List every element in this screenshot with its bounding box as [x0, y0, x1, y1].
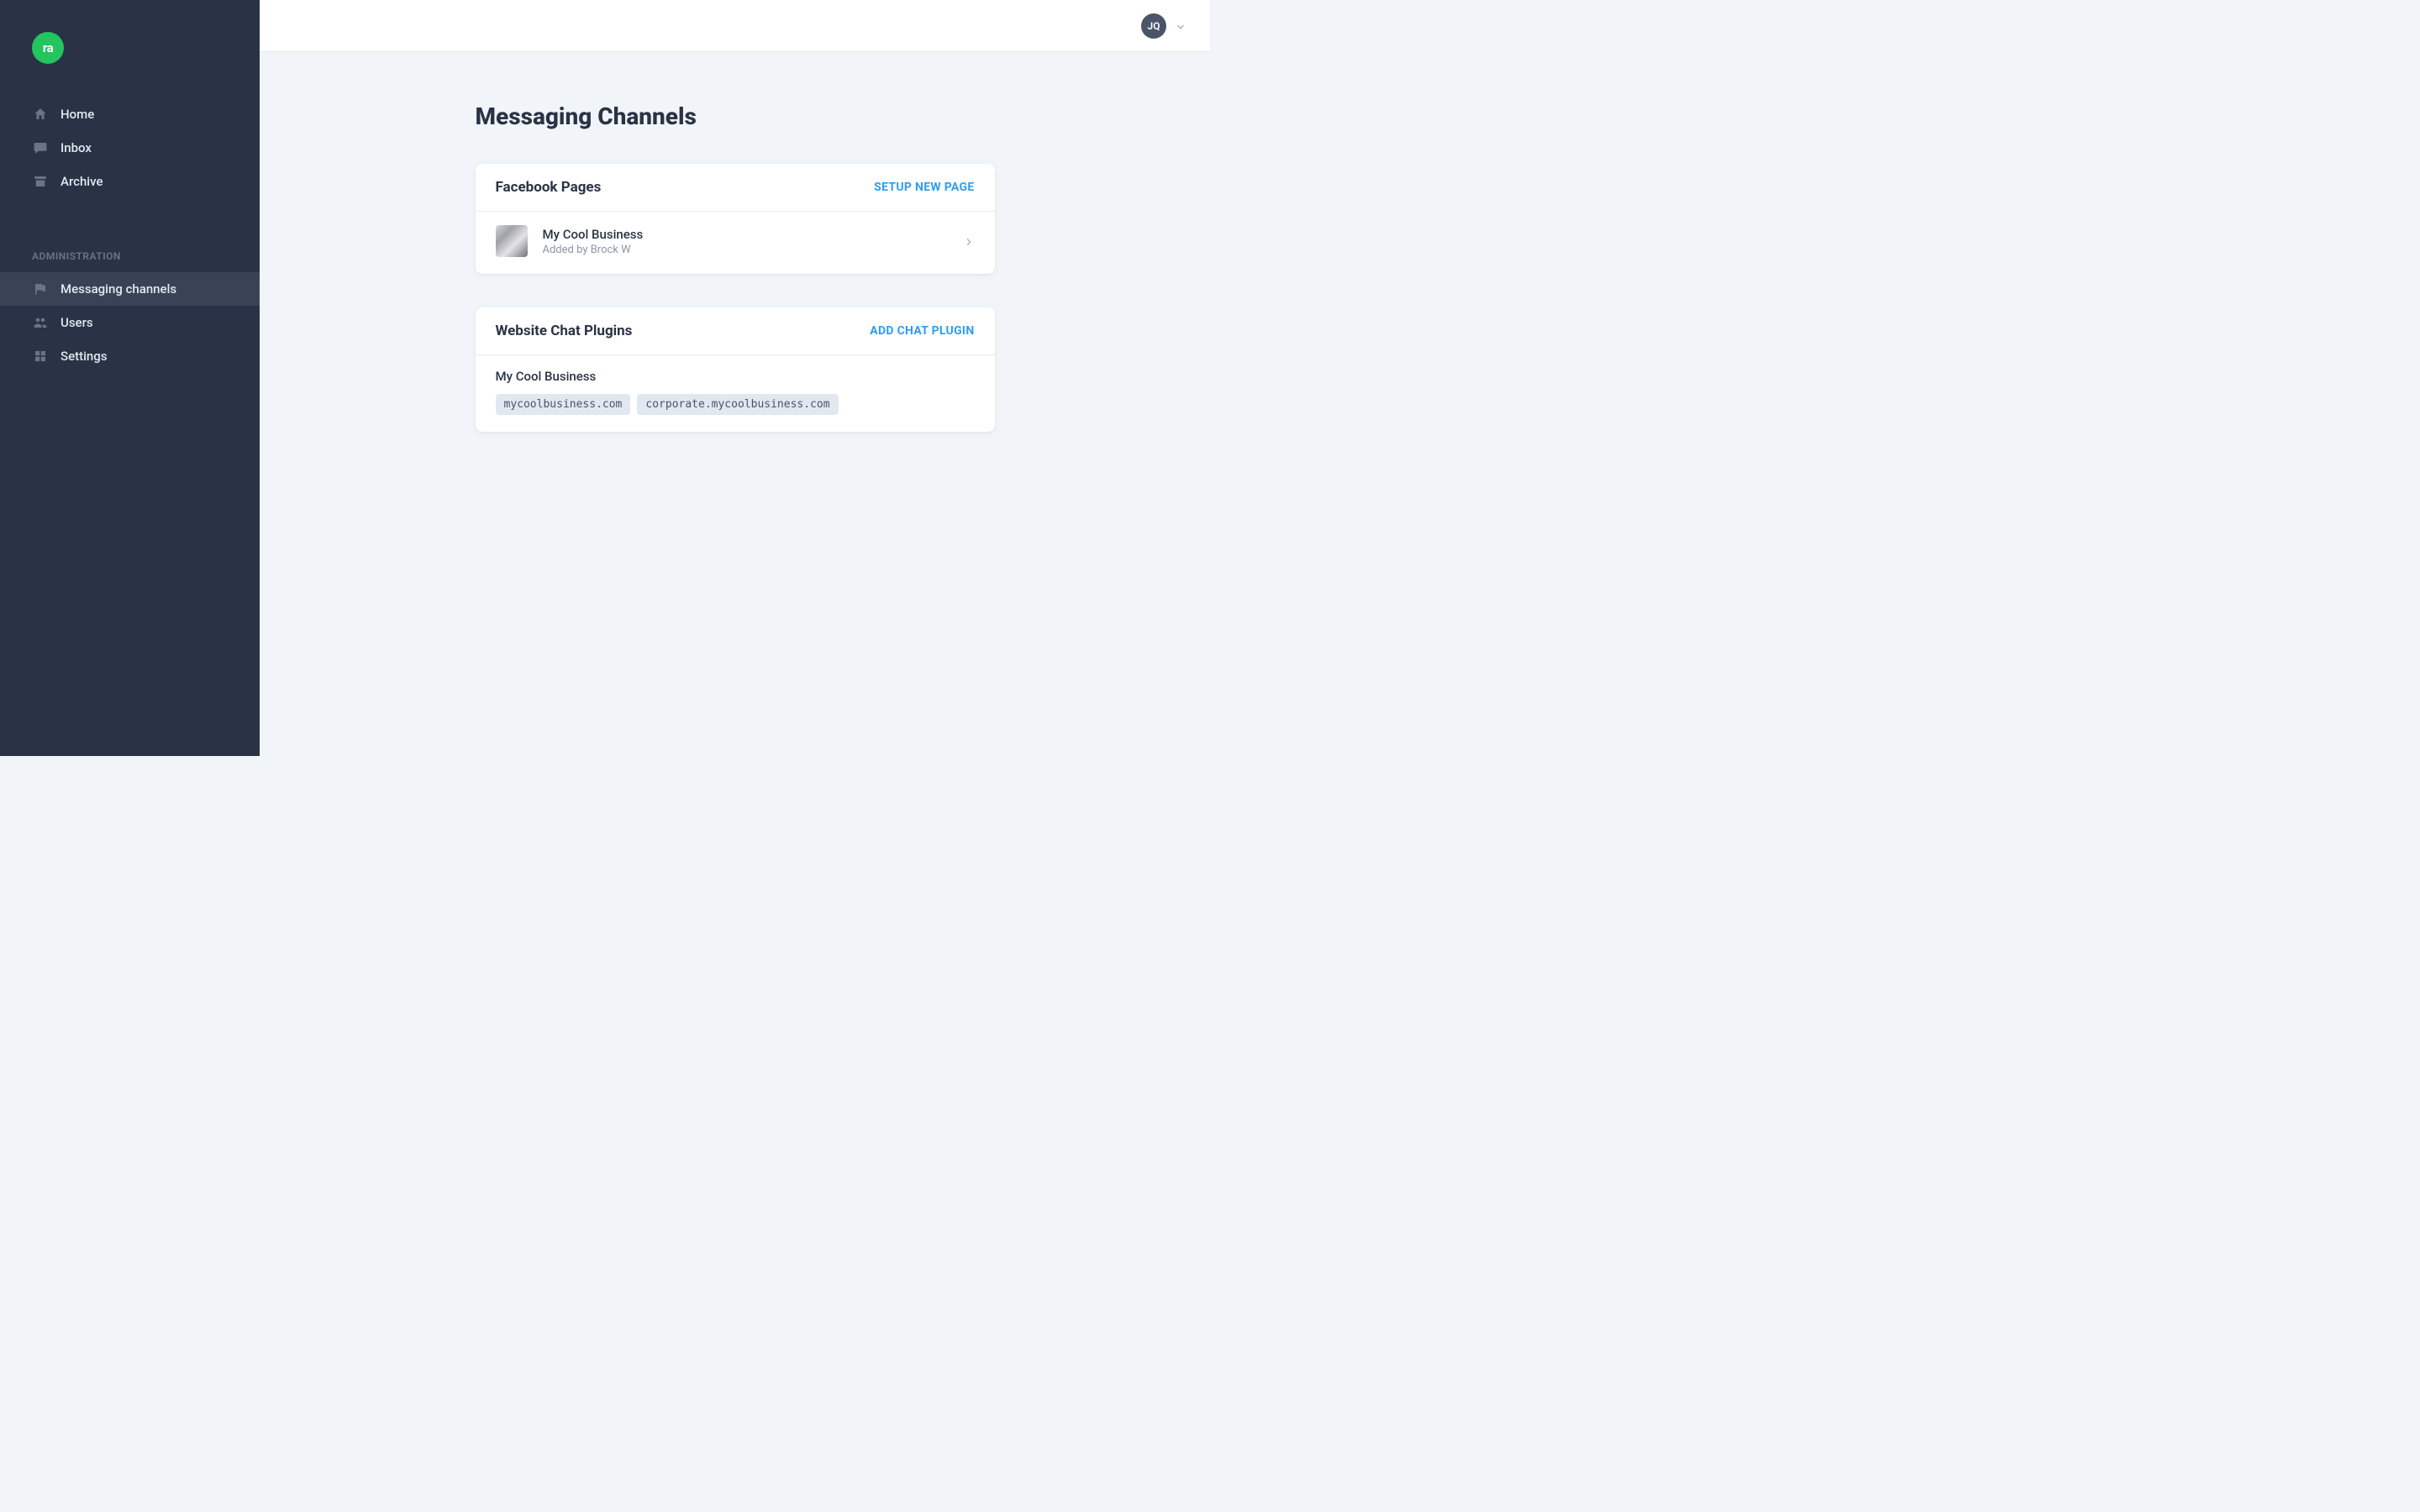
- card-title: Facebook Pages: [496, 179, 602, 196]
- setup-new-page-button[interactable]: SETUP NEW PAGE: [874, 181, 974, 194]
- nav-admin: ADMINISTRATION Messaging channels Users …: [0, 232, 260, 381]
- nav-section-title: ADMINISTRATION: [0, 240, 260, 272]
- content: Messaging Channels Facebook Pages SETUP …: [260, 52, 1210, 756]
- main-area: JQ Messaging Channels Facebook Pages SET…: [260, 0, 1210, 756]
- page-title: Messaging Channels: [476, 102, 995, 130]
- nav-label: Settings: [60, 349, 108, 364]
- nav-settings[interactable]: Settings: [0, 339, 260, 373]
- nav-label: Inbox: [60, 140, 92, 155]
- chat-icon: [32, 139, 49, 156]
- users-icon: [32, 314, 49, 331]
- domain-pill-row: mycoolbusiness.com corporate.mycoolbusin…: [496, 394, 975, 415]
- add-chat-plugin-button[interactable]: ADD CHAT PLUGIN: [870, 324, 974, 338]
- domain-pill[interactable]: mycoolbusiness.com: [496, 394, 631, 415]
- archive-icon: [32, 173, 49, 190]
- logo-wrap: ra: [0, 0, 260, 89]
- nav-archive[interactable]: Archive: [0, 165, 260, 198]
- page-thumbnail: [496, 225, 528, 257]
- brand-logo[interactable]: ra: [32, 32, 64, 64]
- nav-label: Users: [60, 315, 93, 330]
- card-title: Website Chat Plugins: [496, 323, 633, 339]
- settings-icon: [32, 348, 49, 365]
- page-info: My Cool Business Added by Brock W: [543, 227, 948, 256]
- facebook-pages-card: Facebook Pages SETUP NEW PAGE My Cool Bu…: [476, 164, 995, 274]
- card-header: Facebook Pages SETUP NEW PAGE: [476, 164, 995, 212]
- nav-label: Archive: [60, 174, 103, 189]
- nav-primary: Home Inbox Archive: [0, 89, 260, 207]
- facebook-page-row[interactable]: My Cool Business Added by Brock W: [496, 225, 975, 257]
- nav-label: Messaging channels: [60, 281, 176, 297]
- chevron-down-icon[interactable]: [1175, 20, 1186, 32]
- domain-pill[interactable]: corporate.mycoolbusiness.com: [637, 394, 838, 415]
- card-header: Website Chat Plugins ADD CHAT PLUGIN: [476, 307, 995, 355]
- nav-inbox[interactable]: Inbox: [0, 131, 260, 165]
- plugin-name: My Cool Business: [496, 369, 975, 384]
- sidebar: ra Home Inbox Archive: [0, 0, 260, 756]
- user-avatar[interactable]: JQ: [1141, 13, 1166, 39]
- home-icon: [32, 106, 49, 123]
- nav-messaging-channels[interactable]: Messaging channels: [0, 272, 260, 306]
- page-added-by: Added by Brock W: [543, 244, 948, 256]
- chevron-right-icon: [963, 235, 975, 247]
- nav-label: Home: [60, 107, 94, 122]
- flag-icon: [32, 281, 49, 297]
- nav-users[interactable]: Users: [0, 306, 260, 339]
- nav-home[interactable]: Home: [0, 97, 260, 131]
- page-name: My Cool Business: [543, 227, 948, 242]
- topbar: JQ: [260, 0, 1210, 52]
- chat-plugins-card: Website Chat Plugins ADD CHAT PLUGIN My …: [476, 307, 995, 432]
